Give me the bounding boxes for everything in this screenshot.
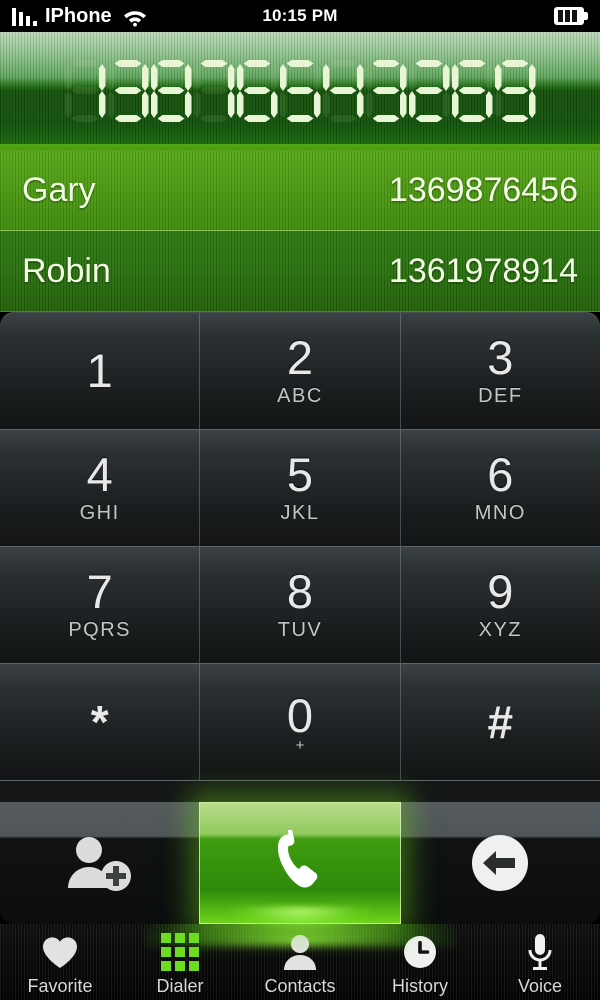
clock-label: 10:15 PM — [262, 6, 338, 25]
lcd-digit — [194, 60, 235, 122]
contact-name: Robin — [22, 251, 111, 290]
key-8[interactable]: 8 TUV — [200, 547, 401, 664]
call-button[interactable] — [199, 802, 401, 924]
key-5[interactable]: 5 JKL — [200, 430, 401, 547]
lcd-digit — [151, 60, 192, 122]
key-digit: 5 — [286, 447, 314, 501]
tab-label: Favorite — [27, 976, 93, 996]
battery-icon — [554, 7, 588, 25]
lcd-digit — [65, 60, 106, 122]
key-star[interactable]: * — [0, 664, 201, 781]
key-digit: 8 — [286, 564, 314, 618]
key-3[interactable]: 3 DEF — [400, 313, 600, 430]
phone-dialer-screen: IPhone 10:15 PM Gary 1369876456 Robin 13619… — [0, 0, 600, 1000]
number-display-digits — [0, 60, 600, 122]
lcd-digit — [409, 60, 450, 122]
person-icon — [282, 933, 318, 971]
dial-keypad: 1 2 ABC 3 DEF 4 GHI 5 JKL 6 MNO 7 PQRS 8 TUV 9 XYZ * 0 + # — [0, 312, 600, 802]
microphone-icon — [526, 933, 554, 971]
contact-suggestion-list: Gary 1369876456 Robin 1361978914 — [0, 150, 600, 312]
bottom-tab-bar: Favorite Dialer Contacts History Voice — [0, 924, 600, 1000]
key-2[interactable]: 2 ABC — [200, 313, 401, 430]
key-digit: 9 — [487, 564, 514, 618]
tab-label: Contacts — [264, 976, 336, 996]
key-9[interactable]: 9 XYZ — [400, 547, 600, 664]
tab-label: Voice — [517, 976, 563, 996]
key-digit: 3 — [487, 330, 514, 384]
key-digit: 1 — [86, 344, 113, 397]
key-letters: DEF — [478, 384, 523, 407]
key-7[interactable]: 7 PQRS — [0, 547, 201, 664]
lcd-digit — [280, 60, 321, 122]
key-digit: 4 — [86, 447, 113, 501]
key-letters: GHI — [79, 501, 120, 524]
key-digit: # — [487, 696, 514, 748]
tab-favorite[interactable]: Favorite — [0, 924, 120, 1000]
heart-icon — [41, 933, 79, 971]
backspace-button[interactable] — [401, 802, 600, 924]
tab-label: History — [391, 976, 448, 996]
key-6[interactable]: 6 MNO — [400, 430, 600, 547]
lcd-digit — [495, 60, 536, 122]
keypad-row: 1 2 ABC 3 DEF — [0, 313, 600, 430]
action-row — [0, 802, 600, 924]
key-digit: * — [90, 696, 109, 748]
keypad-row: * 0 + # — [0, 664, 600, 781]
key-1[interactable]: 1 — [0, 313, 201, 430]
tab-voice[interactable]: Voice — [480, 924, 600, 1000]
add-contact-icon — [61, 834, 139, 892]
tab-history[interactable]: History — [360, 924, 480, 1000]
key-letters: XYZ — [478, 618, 523, 641]
key-letters: JKL — [280, 501, 320, 524]
key-digit: 7 — [86, 564, 113, 618]
key-digit: 2 — [286, 330, 314, 384]
contact-suggestion-row[interactable]: Robin 1361978914 — [0, 231, 600, 312]
key-letters: ABC — [277, 384, 323, 407]
key-letters: TUV — [277, 618, 323, 641]
key-0[interactable]: 0 + — [200, 664, 401, 781]
number-display[interactable] — [0, 32, 600, 150]
lcd-digit — [108, 60, 149, 122]
backspace-arrow-icon — [469, 832, 531, 894]
lcd-digit — [452, 60, 493, 122]
status-bar: IPhone 10:15 PM — [0, 0, 600, 32]
contact-number: 1361978914 — [388, 251, 578, 290]
keypad-row: 4 GHI 5 JKL 6 MNO — [0, 430, 600, 547]
keypad-grid-icon — [161, 933, 199, 971]
lcd-digit — [323, 60, 364, 122]
contact-suggestion-row[interactable]: Gary 1369876456 — [0, 150, 600, 231]
tab-dialer[interactable]: Dialer — [120, 924, 240, 1000]
call-handset-icon — [269, 826, 331, 896]
keypad-row: 7 PQRS 8 TUV 9 XYZ — [0, 547, 600, 664]
clock-icon — [402, 933, 438, 971]
tab-label: Dialer — [156, 976, 204, 996]
contact-name: Gary — [22, 170, 96, 209]
lcd-digit — [366, 60, 407, 122]
key-letters: PQRS — [68, 618, 131, 641]
key-4[interactable]: 4 GHI — [0, 430, 201, 547]
add-contact-button[interactable] — [0, 802, 199, 924]
key-letters: + — [295, 737, 305, 754]
contact-number: 1369876456 — [388, 170, 578, 209]
key-digit: 6 — [487, 447, 514, 501]
key-letters: MNO — [474, 501, 526, 524]
tab-contacts[interactable]: Contacts — [240, 924, 360, 1000]
key-digit: 0 — [286, 689, 314, 742]
key-hash[interactable]: # — [400, 664, 600, 781]
lcd-digit — [237, 60, 278, 122]
